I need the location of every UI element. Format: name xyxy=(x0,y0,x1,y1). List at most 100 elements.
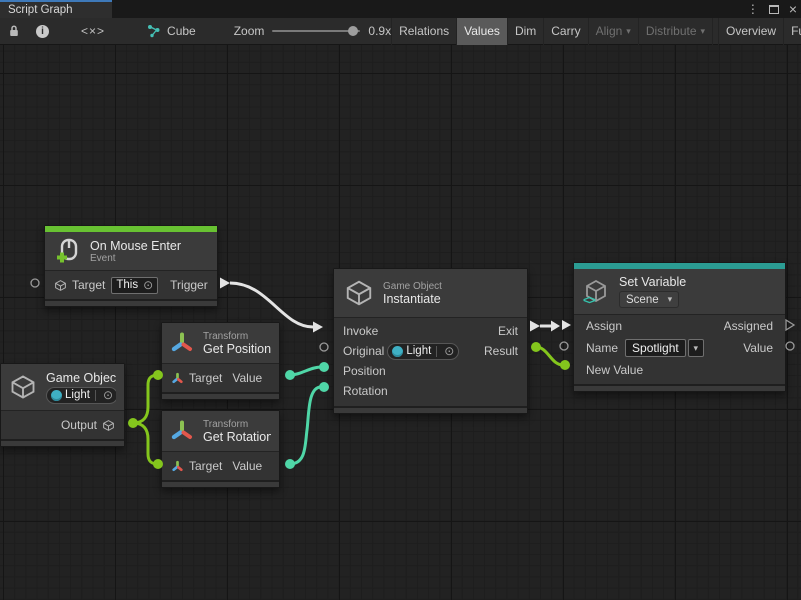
variable-brackets-icon: <> xyxy=(583,293,595,307)
transform-icon xyxy=(170,331,194,355)
chevron-down-icon: ▾ xyxy=(626,26,631,37)
name-in-port[interactable] xyxy=(560,342,568,350)
assign-port-label: Assign xyxy=(586,319,622,333)
position-in-port[interactable] xyxy=(319,362,329,372)
wire-result-to-newvalue[interactable] xyxy=(536,347,563,365)
target-value: This xyxy=(116,279,138,291)
chevron-down-icon: ▾ xyxy=(668,294,673,305)
port-row: Position xyxy=(334,361,527,381)
rotation-in-port[interactable] xyxy=(319,382,329,392)
light-icon xyxy=(51,390,62,401)
align-label: Align xyxy=(596,24,623,38)
wire-rotation-value[interactable] xyxy=(290,387,321,464)
chip-divider xyxy=(436,346,437,357)
invoke-in-port[interactable] xyxy=(313,322,323,333)
target-port-label: Target xyxy=(72,278,105,292)
trigger-out-port[interactable] xyxy=(220,278,230,289)
graph-breadcrumb[interactable]: Cube xyxy=(147,24,196,38)
port-row: Target Value xyxy=(162,452,279,480)
zoom-slider-handle[interactable] xyxy=(348,26,358,36)
variable-scope-dropdown[interactable]: Scene ▾ xyxy=(619,291,679,308)
variable-icon: <> xyxy=(584,279,610,305)
variable-name-field[interactable]: Spotlight xyxy=(625,339,686,357)
lock-button[interactable] xyxy=(0,18,28,45)
maximize-icon[interactable] xyxy=(769,5,779,14)
inspect-button[interactable]: i xyxy=(28,18,57,45)
node-footer xyxy=(162,480,279,487)
zoom-value: 0.9x xyxy=(368,24,391,38)
fullscreen-button[interactable]: Full Screen xyxy=(783,18,801,45)
assigned-out-port[interactable] xyxy=(786,320,794,330)
name-port-label: Name xyxy=(586,341,618,355)
window-menu-icon[interactable]: ⋮ xyxy=(747,2,759,16)
node-subtitle: Event xyxy=(90,253,181,264)
cube-icon xyxy=(54,279,67,292)
assigned-port-label: Assigned xyxy=(724,319,773,333)
getposition-value-port[interactable] xyxy=(285,370,295,380)
port-row: Rotation xyxy=(334,381,527,401)
graph-canvas[interactable]: On Mouse Enter Event Target This ⊙ Trigg… xyxy=(0,45,801,600)
node-set-variable[interactable]: <> Set Variable Scene ▾ Assign Assigned xyxy=(573,262,786,392)
mouseenter-target-port[interactable] xyxy=(31,279,39,287)
exit-port-label: Exit xyxy=(498,324,518,338)
cube-icon xyxy=(102,419,115,432)
close-icon[interactable]: × xyxy=(789,4,797,14)
graph-name-label: Cube xyxy=(167,24,196,38)
code-icon: <×> xyxy=(81,24,105,38)
show-code-button[interactable]: <×> xyxy=(73,18,113,45)
distribute-menu[interactable]: Distribute ▾ xyxy=(638,18,712,45)
object-picker-icon[interactable]: ⊙ xyxy=(444,344,454,358)
dim-toggle[interactable]: Dim xyxy=(507,18,543,45)
overview-button[interactable]: Overview xyxy=(718,18,783,45)
node-header: Transform Get Position xyxy=(162,323,279,363)
object-name: Light xyxy=(65,389,90,401)
target-port-label: Target xyxy=(189,459,222,473)
transform-icon xyxy=(171,372,184,385)
node-title: Instantiate xyxy=(383,292,442,306)
node-on-mouse-enter[interactable]: On Mouse Enter Event Target This ⊙ Trigg… xyxy=(44,225,218,307)
node-title: Get Rotation xyxy=(203,430,271,444)
node-get-rotation[interactable]: Transform Get Rotation Target Value xyxy=(161,410,280,488)
original-in-port[interactable] xyxy=(320,343,328,351)
node-instantiate[interactable]: Game Object Instantiate Invoke Exit Orig… xyxy=(333,268,528,414)
wire-output-to-getrotation-target[interactable] xyxy=(133,423,158,464)
node-get-position[interactable]: Transform Get Position Target Value xyxy=(161,322,280,400)
scope-value: Scene xyxy=(626,294,659,306)
exit-out-port[interactable] xyxy=(530,321,540,332)
relations-toggle[interactable]: Relations xyxy=(391,18,456,45)
node-footer xyxy=(162,392,279,399)
light-object-chip[interactable]: Light ⊙ xyxy=(387,343,459,360)
getrotation-value-port[interactable] xyxy=(285,459,295,469)
invoke-port-label: Invoke xyxy=(343,324,378,338)
node-header: Transform Get Rotation xyxy=(162,411,279,451)
graph-toolbar: i <×> Cube Zoom 0.9x Relations Values xyxy=(0,18,801,45)
wire-arrowhead xyxy=(551,321,560,332)
tab-script-graph[interactable]: Script Graph xyxy=(0,0,112,18)
assign-in-port[interactable] xyxy=(562,320,571,330)
result-out-port[interactable] xyxy=(531,342,541,352)
values-toggle[interactable]: Values xyxy=(456,18,507,45)
node-header: Game Object Light ⊙ xyxy=(1,364,124,410)
transform-icon xyxy=(171,460,184,473)
wire-position-value[interactable] xyxy=(290,367,321,375)
object-picker-icon[interactable]: ⊙ xyxy=(143,278,153,292)
node-footer xyxy=(574,384,785,391)
tab-label: Script Graph xyxy=(8,4,73,16)
zoom-slider[interactable] xyxy=(272,30,360,32)
carry-toggle[interactable]: Carry xyxy=(543,18,587,45)
target-value-chip[interactable]: This ⊙ xyxy=(111,277,158,294)
output-out-port[interactable] xyxy=(128,418,138,428)
position-port-label: Position xyxy=(343,364,386,378)
align-menu[interactable]: Align ▾ xyxy=(588,18,638,45)
node-header: On Mouse Enter Event xyxy=(45,232,217,270)
zoom-label: Zoom xyxy=(234,24,265,38)
newvalue-in-port[interactable] xyxy=(560,360,570,370)
chevron-down-icon: ▾ xyxy=(701,26,706,37)
wire-trigger-to-invoke[interactable] xyxy=(230,283,313,327)
node-game-object-literal[interactable]: Game Object Light ⊙ Output xyxy=(0,363,125,447)
object-picker-icon[interactable]: ⊙ xyxy=(103,388,113,402)
variable-name-dropdown[interactable]: ▾ xyxy=(688,339,704,357)
value-out-port[interactable] xyxy=(786,342,794,350)
wire-output-to-getposition-target[interactable] xyxy=(133,375,158,423)
light-object-chip[interactable]: Light ⊙ xyxy=(46,387,116,404)
